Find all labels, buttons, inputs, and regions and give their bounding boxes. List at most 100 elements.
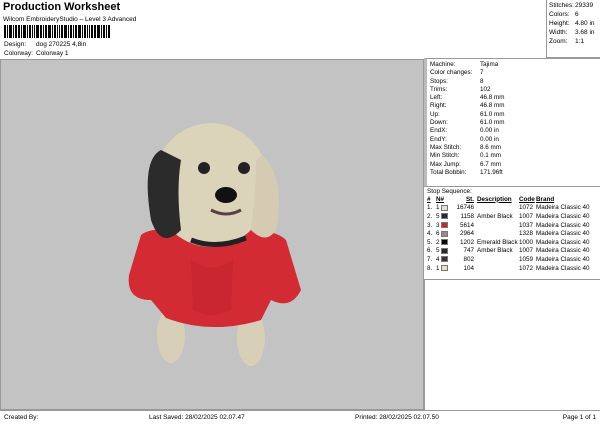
barcode-bar: [89, 25, 90, 38]
barcode-bar: [54, 25, 56, 38]
info-label: Machine:: [430, 61, 456, 68]
barcode-bar: [43, 25, 44, 38]
info-label: Down:: [430, 119, 448, 127]
color-number: 5: [436, 247, 450, 256]
footer: Created By: Last Saved: 28/02/2025 02.07…: [0, 410, 600, 424]
thread-code: 1072: [519, 204, 534, 212]
thread-brand: Madeira Classic 40: [536, 204, 590, 212]
info-value: 61.0 mm: [480, 110, 505, 118]
info-label: Height:: [549, 20, 570, 27]
barcode-bar: [23, 25, 26, 38]
color-swatch: [441, 221, 449, 228]
thread-description: [474, 255, 519, 264]
info-value: 6: [575, 11, 579, 18]
barcode-bar: [52, 25, 53, 38]
thread-code: 1072: [519, 264, 534, 272]
barcode-bar: [13, 25, 14, 38]
info-value: 29339: [575, 2, 594, 9]
barcode-bar: [91, 25, 93, 38]
info-value: 0.00 in: [480, 127, 499, 135]
thread-code: 1007: [519, 212, 534, 220]
color-number: 1: [436, 264, 450, 273]
barcode-bar: [78, 25, 81, 38]
printed-date: Printed: 28/02/2025 02.07.50: [355, 414, 439, 421]
table-row: 4. 6 2964 1328 Madeira Classic 40: [427, 229, 590, 238]
blank-area: [424, 280, 600, 410]
barcode-bar: [61, 25, 63, 38]
barcode-bar: [36, 25, 39, 38]
barcode-bar: [73, 25, 74, 38]
info-value: 6.7 mm: [480, 160, 501, 168]
dog-embroidery-image: [128, 123, 301, 366]
stop-sequence-table: # N# St. Description Code Brand 1. 1 167…: [427, 195, 590, 272]
barcode-bar: [84, 25, 86, 38]
info-row: Color changes: 7: [430, 69, 600, 77]
design-label: Design:: [4, 41, 27, 48]
colorway-value: Colorway 1: [36, 50, 69, 57]
color-index: 5: [436, 212, 440, 220]
thread-code: 1007: [519, 247, 534, 255]
info-label: Trims:: [430, 85, 448, 93]
stitch-count: 1158: [460, 212, 474, 220]
thread-brand: Madeira Classic 40: [536, 230, 590, 238]
table-row: 6. 5 747 Amber Black 1007 Madeira Classi…: [427, 247, 590, 256]
info-value: 0.00 in: [480, 135, 499, 143]
color-number: 6: [436, 229, 450, 238]
barcode-bar: [45, 25, 47, 38]
thread-description: [474, 229, 519, 238]
color-number: 5: [436, 212, 450, 221]
thread-description: Emerald Black: [477, 238, 518, 246]
color-number: 1: [436, 204, 450, 213]
info-label: Right:: [430, 102, 447, 110]
table-row: 2. 5 1158 Amber Black 1007 Madeira Class…: [427, 212, 590, 221]
info-label: EndY:: [430, 135, 447, 143]
color-number: 4: [436, 255, 450, 264]
stop-number: 8.: [427, 264, 433, 272]
thread-description: [474, 204, 519, 213]
col-header: Description: [477, 195, 512, 203]
table-row: 7. 4 802 1059 Madeira Classic 40: [427, 255, 590, 264]
info-row: Down: 61.0 mm: [430, 119, 600, 127]
thread-description: [474, 221, 519, 230]
barcode-bar: [97, 25, 100, 38]
info-value: 61.0 mm: [480, 119, 505, 127]
info-value: 4.80 in: [575, 20, 595, 27]
barcode-bar: [48, 25, 51, 38]
info-value: 3.68 in: [575, 29, 595, 36]
barcode-bar: [70, 25, 72, 38]
stop-number: 4.: [427, 230, 433, 238]
barcode-bar: [82, 25, 83, 38]
info-row: EndY: 0.00 in: [430, 136, 600, 144]
info-value: 7: [480, 69, 484, 77]
page-number: Page 1 of 1: [562, 414, 596, 421]
barcode-bar: [59, 25, 60, 38]
design-preview: [0, 59, 424, 410]
thread-brand: Madeira Classic 40: [536, 264, 590, 272]
info-row: Left: 46.8 mm: [430, 94, 600, 102]
info-value: 0.1 mm: [480, 152, 501, 160]
info-label: Width:: [549, 29, 568, 36]
stitch-count: 2964: [459, 230, 474, 238]
col-header: Brand: [536, 195, 555, 203]
thread-brand: Madeira Classic 40: [536, 255, 590, 263]
design-value: dog 270225 4,8in: [36, 41, 87, 48]
color-index: 4: [436, 255, 440, 263]
info-value: 1:1: [575, 38, 585, 45]
thread-code: 1037: [519, 221, 534, 229]
color-swatch: [441, 247, 449, 254]
info-label: EndX:: [430, 127, 448, 135]
barcode-bar: [18, 25, 20, 38]
thread-description: [474, 264, 519, 273]
info-row: Stitches: 29339: [549, 2, 600, 11]
info-label: Zoom:: [549, 38, 568, 45]
barcode-bar: [103, 25, 105, 38]
info-value: 46.8 mm: [480, 94, 505, 102]
col-header: Code: [519, 195, 535, 203]
machine-info-panel: Machine: Tajima Color changes: 7 Stops: 8 Trim…: [424, 58, 600, 186]
info-row: Width: 3.68 in: [549, 29, 600, 38]
color-index: 5: [436, 247, 440, 255]
info-row: Up: 61.0 mm: [430, 111, 600, 119]
color-index: 1: [436, 204, 440, 212]
barcode-bar: [32, 25, 33, 38]
color-index: 3: [436, 221, 440, 229]
